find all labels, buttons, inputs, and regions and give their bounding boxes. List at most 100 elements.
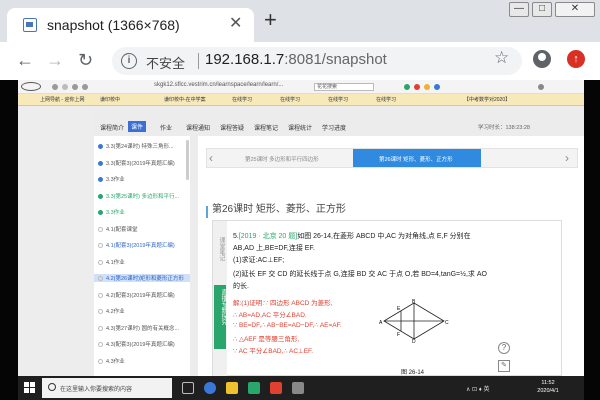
remote-tab[interactable]: 在线学习	[232, 96, 252, 103]
rhombus-figure: A B C D E F	[379, 299, 449, 343]
figure-caption: 图 26-14	[401, 370, 425, 376]
sidebar-chapter-item[interactable]: 4.3(配套3)(2019年真题汇编)	[98, 340, 175, 348]
system-tray[interactable]: ∧ ⊡ ♦ 英	[466, 384, 489, 393]
app-icon[interactable]	[270, 382, 282, 394]
home-icon[interactable]	[82, 84, 88, 90]
letterbox-right	[584, 80, 600, 400]
sidebar-chapter-label: 4.2(配套3)(2019年真题汇编)	[106, 292, 175, 299]
question-line: (2)延长 EF 交 CD 的延长线于点 G,连接 BD 交 AC 于点 O,若…	[233, 271, 487, 278]
bookmark-star-icon[interactable]: ☆	[494, 48, 509, 68]
course-nav-item[interactable]: 作业	[160, 123, 172, 132]
security-label: 不安全	[146, 56, 186, 71]
forward-arrow-icon[interactable]: →	[46, 50, 64, 70]
sidebar-chapter-item[interactable]: 3.3作业	[98, 175, 125, 183]
remote-tab[interactable]: 【中考数学对2020】	[464, 96, 510, 103]
remote-tab[interactable]: 在线学习	[376, 96, 396, 103]
document-viewer[interactable]: 课堂笔记 直播专题探究 5.[2019 · 北京 20 题]如图 26-14,在…	[212, 220, 562, 376]
sidebar-chapter-item[interactable]: 4.1(配套3)(2019年真题汇编)	[98, 241, 175, 249]
course-nav-item[interactable]: 课程通知	[186, 123, 210, 132]
notes-label[interactable]: 课堂笔记	[216, 237, 224, 261]
current-lesson-tab[interactable]: 第26课时 矩形、菱形、正方形	[353, 149, 481, 167]
new-tab-button[interactable]: +	[264, 9, 277, 31]
sidebar-chapter-label: 4.1作业	[106, 259, 125, 266]
sidebar-chapter-item[interactable]: 3.3(配套3)(2019年真题汇编)	[98, 159, 175, 167]
close-tab-icon[interactable]: ✕	[229, 15, 242, 33]
browser-toolbar: ← → ↻ i 不安全 192.168.1.7:8081/snapshot	[0, 42, 600, 80]
document-side-panel: 课堂笔记 直播专题探究	[213, 221, 227, 376]
back-icon[interactable]	[52, 84, 58, 90]
extension-icon[interactable]	[404, 84, 410, 90]
browser-360-icon[interactable]	[248, 382, 260, 394]
solution-line: 解:(1)证明:∵ 四边形 ABCD 为菱形,	[233, 300, 333, 307]
sidebar-chapter-label: 4.2(第26课时)矩形和菱形正方形	[106, 276, 184, 282]
edge-browser-icon[interactable]	[204, 382, 216, 394]
remote-tab[interactable]: 谦印校中-在中学案	[164, 96, 206, 103]
figure-label: A	[379, 320, 383, 326]
minimize-button[interactable]: —	[509, 2, 529, 17]
forward-icon[interactable]	[62, 84, 68, 90]
sidebar-chapter-item[interactable]: 4.1作业	[98, 258, 125, 266]
info-icon[interactable]: i	[121, 53, 137, 69]
close-window-button[interactable]: ✕	[555, 2, 595, 17]
page-favicon-icon	[23, 18, 37, 32]
course-nav-item[interactable]: 课程答疑	[220, 123, 244, 132]
remote-tab[interactable]: 在线学习	[328, 96, 348, 103]
remote-tab[interactable]: 在线学习	[280, 96, 300, 103]
question-line: (1)求证:AC⊥EF;	[233, 257, 285, 264]
browser-tab[interactable]: snapshot (1366×768) ✕	[7, 8, 254, 42]
remote-search-box[interactable]: 花花搜索	[314, 83, 374, 91]
sidebar-chapter-item[interactable]: 4.2(第26课时)矩形和菱形正方形	[94, 274, 190, 282]
taskbar-clock[interactable]: 11:52 2020/4/1	[530, 379, 566, 395]
app-icon[interactable]	[292, 382, 304, 394]
help-icon[interactable]: ?	[498, 342, 510, 354]
sidebar-chapter-item[interactable]: 4.1(配套课堂	[98, 225, 137, 233]
file-explorer-icon[interactable]	[226, 382, 238, 394]
task-view-icon[interactable]	[182, 382, 194, 394]
study-time: 学习时长：138:23:28	[478, 125, 530, 131]
maximize-button[interactable]: □	[532, 2, 552, 17]
update-arrow-icon[interactable]: ↑	[567, 50, 585, 68]
extension-icon[interactable]	[434, 84, 440, 90]
address-text[interactable]: 192.168.1.7:8081/snapshot	[205, 51, 387, 68]
extension-icon[interactable]	[424, 84, 430, 90]
sidebar-chapter-item[interactable]: 3.3(第25课时) 多边形和平行...	[98, 192, 179, 200]
status-dot-icon	[98, 177, 103, 182]
special-topic-button[interactable]: 直播专题探究	[214, 285, 226, 349]
back-arrow-icon[interactable]: ←	[16, 50, 34, 70]
sidebar-chapter-item[interactable]: 4.2(配套3)(2019年真题汇编)	[98, 291, 175, 299]
taskbar-search-box[interactable]: 在这里输入你要搜索的内容	[42, 378, 172, 398]
course-nav-item[interactable]: 课程简介	[100, 123, 124, 132]
solution-line: ∵ BE=DF,∴ AB−BE=AD−DF,∴ AE=AF.	[233, 322, 342, 329]
course-nav-item[interactable]: 学习进度	[322, 123, 346, 132]
figure-label: F	[397, 332, 400, 338]
prev-lesson-tab[interactable]: 第25课时 多边形和平行四边形	[245, 155, 319, 163]
remote-tab[interactable]: 谦印校中	[100, 96, 120, 103]
sidebar-scrollbar[interactable]	[186, 140, 189, 180]
profile-avatar-icon[interactable]	[533, 50, 551, 68]
sidebar-chapter-label: 3.3(第25课时) 多边形和平行...	[106, 193, 180, 200]
sidebar-chapter-item[interactable]: 3.3作业	[98, 208, 125, 216]
remote-url[interactable]: skgk12.sflcc.vestrim.cn/learnspace/learn…	[154, 82, 283, 88]
clock-time: 11:52	[541, 380, 555, 386]
course-nav-item-active[interactable]: 课件	[128, 121, 147, 132]
sidebar-chapter-label: 4.3(第27课时) 圆的有关概念...	[106, 325, 180, 332]
remote-tab[interactable]: 上网导航 - 迎你上网	[40, 96, 84, 103]
solution-line: ∴ AB=AD,AC 平分∠BAD.	[233, 312, 307, 319]
windows-start-icon[interactable]	[24, 382, 36, 394]
sidebar-chapter-item[interactable]: 3.3(第24课时) 特殊三角形...	[98, 142, 174, 150]
sidebar-chapter-item[interactable]: 4.3作业	[98, 357, 125, 365]
next-lesson-arrow-icon[interactable]: ›	[565, 151, 569, 165]
extension-icon[interactable]	[414, 84, 420, 90]
edit-icon[interactable]: ✎	[498, 360, 510, 372]
status-dot-icon	[98, 358, 103, 364]
prev-lesson-arrow-icon[interactable]: ‹	[209, 151, 213, 165]
address-bar[interactable]: i 不安全 192.168.1.7:8081/snapshot	[112, 47, 522, 75]
reload-icon[interactable]: ↻	[78, 50, 93, 70]
sidebar-chapter-item[interactable]: 4.3(第27课时) 圆的有关概念...	[98, 324, 179, 332]
remote-tab-bar: 上网导航 - 迎你上网 谦印校中 谦印校中-在中学案 在线学习 在线学习 在线学…	[18, 94, 584, 106]
course-nav-item[interactable]: 课程统计	[288, 123, 312, 132]
reload-icon[interactable]	[72, 84, 78, 90]
menu-icon[interactable]	[538, 84, 544, 90]
sidebar-chapter-item[interactable]: 4.2作业	[98, 307, 125, 315]
course-nav-item[interactable]: 课程笔记	[254, 123, 278, 132]
